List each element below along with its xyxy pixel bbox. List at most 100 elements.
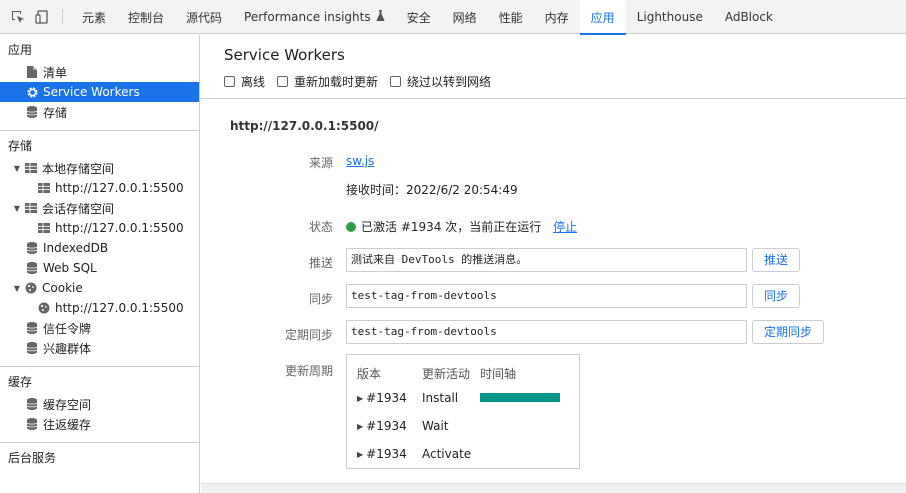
periodic-sync-input[interactable]: test-tag-from-devtools (346, 320, 747, 344)
checkbox-box[interactable] (224, 76, 235, 87)
database-icon (24, 105, 40, 119)
database-icon (24, 241, 40, 255)
expand-arrow-icon[interactable]: ▶ (357, 394, 363, 403)
tab-memory[interactable]: 内存 (534, 0, 580, 34)
tab-adblock[interactable]: AdBlock (714, 0, 784, 34)
expand-arrow-icon[interactable]: ▼ (12, 204, 22, 213)
tab-lighthouse[interactable]: Lighthouse (626, 0, 714, 34)
push-label: 推送 (308, 256, 333, 270)
database-icon (24, 321, 40, 335)
tab-console[interactable]: 控制台 (117, 0, 175, 34)
table-icon (36, 181, 52, 195)
panel-tabs: 元素 控制台 源代码 Performance insights 安全 网络 性能… (71, 0, 784, 35)
tab-sources[interactable]: 源代码 (175, 0, 233, 34)
sidebar-item-trust-tokens[interactable]: 信任令牌 (0, 318, 199, 338)
sidebar-section-background-services: 后台服务 (8, 451, 57, 465)
offline-checkbox[interactable]: 离线 (224, 73, 265, 90)
update-cycle-row-version[interactable]: ▶ #1934 (357, 447, 407, 461)
status-value: 已激活 #1934 次，当前正在运行 停止 (346, 218, 577, 235)
update-cycle-row-activity: Install (422, 391, 459, 405)
push-input[interactable]: 测试来自 DevTools 的推送消息。 (346, 248, 747, 272)
source-label: 来源 (308, 156, 333, 170)
timeline-bar (480, 393, 560, 402)
update-on-reload-checkbox[interactable]: 重新加载时更新 (277, 73, 378, 90)
table-icon (36, 221, 52, 235)
received-time: 接收时间：2022/6/2 20:54:49 (346, 183, 518, 197)
tab-elements[interactable]: 元素 (71, 0, 117, 34)
devtools-tabbar: 元素 控制台 源代码 Performance insights 安全 网络 性能… (0, 0, 906, 35)
column-version: 版本 (357, 367, 382, 381)
status-label: 状态 (308, 220, 333, 234)
sync-input[interactable]: test-tag-from-devtools (346, 284, 747, 308)
horizontal-scrollbar[interactable] (201, 483, 906, 493)
column-activity: 更新活动 (422, 367, 471, 381)
service-worker-origin: http://127.0.0.1:5500/ (230, 119, 379, 133)
tab-application[interactable]: 应用 (579, 0, 626, 35)
update-cycle-row-activity: Wait (422, 419, 449, 433)
sidebar-item-cookies-origin[interactable]: http://127.0.0.1:5500 (0, 298, 199, 318)
tab-security[interactable]: 安全 (396, 0, 442, 34)
inspect-element-icon[interactable] (6, 0, 30, 33)
sidebar-section-storage: 存储 (8, 139, 33, 153)
checkbox-box[interactable] (277, 76, 289, 87)
push-button[interactable]: 推送 (752, 248, 801, 272)
sidebar-item-cookies[interactable]: ▼ Cookie (0, 278, 199, 298)
checkbox-box[interactable] (390, 76, 402, 87)
sidebar-item-local-storage-origin[interactable]: http://127.0.0.1:5500 (0, 178, 199, 198)
expand-arrow-icon[interactable]: ▶ (357, 450, 363, 459)
update-cycle-row-activity: Activate (422, 447, 472, 461)
sidebar-item-websql[interactable]: Web SQL (0, 258, 199, 278)
expand-arrow-icon[interactable]: ▼ (12, 164, 22, 173)
expand-arrow-icon[interactable]: ▶ (357, 422, 363, 431)
source-script-link[interactable]: sw.js (346, 154, 374, 168)
toolbar-separator (62, 9, 63, 24)
sync-button[interactable]: 同步 (752, 284, 801, 308)
sidebar-item-back-forward-cache[interactable]: 往返缓存 (0, 414, 199, 434)
service-workers-header: Service Workers 离线 重新加载时更新 绕过以转到网络 (201, 35, 906, 99)
expand-arrow-icon[interactable]: ▼ (12, 284, 22, 293)
database-icon (24, 261, 40, 275)
bypass-for-network-checkbox[interactable]: 绕过以转到网络 (390, 73, 491, 90)
tab-performance-insights[interactable]: Performance insights (233, 0, 396, 34)
sidebar-section-cache: 缓存 (8, 375, 33, 389)
periodic-sync-button[interactable]: 定期同步 (752, 320, 825, 344)
service-workers-panel: Service Workers 离线 重新加载时更新 绕过以转到网络 http:… (201, 35, 906, 493)
database-icon (24, 397, 40, 411)
column-timeline: 时间轴 (480, 367, 517, 381)
gear-icon (24, 85, 40, 99)
page-title: Service Workers (224, 46, 345, 64)
cookie-icon (36, 301, 52, 315)
source-value: sw.js (346, 154, 374, 168)
update-cycle-row-version[interactable]: ▶ #1934 (357, 391, 407, 405)
table-icon (23, 201, 39, 215)
update-cycle-table: 版本 更新活动 时间轴 ▶ #1934 Install ▶ #1934 Wait ▶… (346, 354, 580, 469)
status-running-icon (346, 222, 356, 232)
database-icon (24, 417, 40, 431)
sidebar-item-storage-overview[interactable]: 存储 (0, 102, 199, 122)
sidebar-item-local-storage[interactable]: ▼ 本地存储空间 (0, 158, 199, 178)
periodic-sync-label: 定期同步 (284, 328, 333, 342)
sidebar-item-session-storage[interactable]: ▼ 会话存储空间 (0, 198, 199, 218)
status-text: 已激活 #1934 次，当前正在运行 (361, 220, 542, 234)
update-cycle-row-version[interactable]: ▶ #1934 (357, 419, 407, 433)
cookie-icon (23, 281, 39, 295)
tab-performance[interactable]: 性能 (488, 0, 534, 34)
sidebar-item-service-workers[interactable]: Service Workers (0, 82, 199, 102)
application-sidebar: 应用 清单 Service Workers 存储 存储 ▼ 本地存储空间 htt… (0, 35, 200, 493)
sidebar-item-indexeddb[interactable]: IndexedDB (0, 238, 199, 258)
sidebar-item-session-storage-origin[interactable]: http://127.0.0.1:5500 (0, 218, 199, 238)
tab-network[interactable]: 网络 (442, 0, 488, 34)
sidebar-item-manifest[interactable]: 清单 (0, 62, 199, 82)
sidebar-section-application: 应用 (8, 43, 33, 57)
device-toolbar-icon[interactable] (30, 0, 54, 33)
service-worker-options: 离线 重新加载时更新 绕过以转到网络 (224, 73, 906, 90)
database-icon (24, 341, 40, 355)
sidebar-item-cache-storage[interactable]: 缓存空间 (0, 394, 199, 414)
sidebar-divider (0, 130, 199, 131)
stop-link[interactable]: 停止 (553, 220, 577, 234)
sidebar-item-interest-groups[interactable]: 兴趣群体 (0, 338, 199, 358)
file-icon (24, 65, 40, 79)
update-cycle-label: 更新周期 (284, 364, 333, 378)
flask-icon (376, 10, 385, 24)
sync-label: 同步 (308, 292, 333, 306)
